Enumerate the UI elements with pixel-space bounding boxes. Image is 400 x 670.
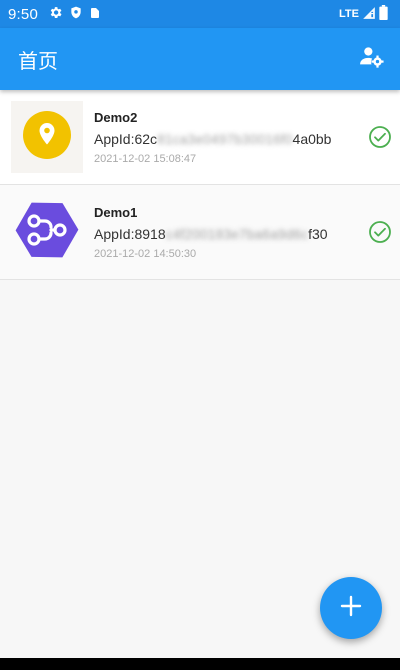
list-item-demo1[interactable]: Demo1 AppId:8918c4f200183e7ba6a9d6cf30 2… (0, 185, 400, 280)
status-left: 9:50 (0, 5, 101, 24)
gear-icon (48, 5, 63, 24)
plus-icon (339, 594, 363, 622)
app-id-suffix: f30 (308, 225, 328, 242)
battery-icon (379, 4, 388, 24)
app-list: Demo2 AppId:62c81ca3e0497b30016f04a0bb 2… (0, 90, 400, 280)
status-time: 9:50 (8, 5, 38, 23)
page-title: 首页 (18, 48, 58, 73)
status-right: LTE (339, 4, 400, 24)
app-timestamp: 2021-12-02 15:08:47 (94, 152, 197, 165)
user-settings-button[interactable] (358, 45, 386, 73)
app-id-redacted: c4f200183e7ba6a9d6c (165, 225, 309, 242)
app-id: AppId:62c81ca3e0497b30016f04a0bb (94, 131, 354, 147)
add-app-button[interactable] (320, 577, 382, 639)
navigation-bar (0, 658, 400, 670)
sim-card-icon (89, 5, 101, 24)
app-id-redacted: 81ca3e0497b30016f0 (157, 130, 293, 147)
app-id-prefix: AppId:8918 (94, 225, 166, 242)
app-bar: 首页 (0, 28, 400, 90)
app-id: AppId:8918c4f200183e7ba6a9d6cf30 (94, 226, 354, 242)
app-thumbnail (11, 101, 83, 173)
share-graph-icon (14, 197, 80, 267)
location-pin-icon (22, 110, 72, 164)
check-circle-icon (368, 220, 392, 244)
item-text: Demo1 AppId:8918c4f200183e7ba6a9d6cf30 2… (94, 205, 354, 260)
item-text: Demo2 AppId:62c81ca3e0497b30016f04a0bb 2… (94, 110, 354, 165)
app-timestamp: 2021-12-02 14:50:30 (94, 247, 197, 260)
app-name: Demo2 (94, 109, 138, 125)
app-thumbnail (11, 196, 83, 268)
signal-icon (362, 5, 376, 24)
check-circle-icon (368, 125, 392, 149)
app-id-prefix: AppId:62c (94, 130, 158, 147)
network-type: LTE (339, 8, 359, 20)
app-name: Demo1 (94, 204, 138, 220)
app-id-suffix: 4a0bb (292, 130, 332, 147)
list-item-demo2[interactable]: Demo2 AppId:62c81ca3e0497b30016f04a0bb 2… (0, 90, 400, 185)
shield-icon (69, 5, 83, 24)
user-settings-icon (360, 46, 384, 72)
status-bar: 9:50 LTE (0, 0, 400, 28)
